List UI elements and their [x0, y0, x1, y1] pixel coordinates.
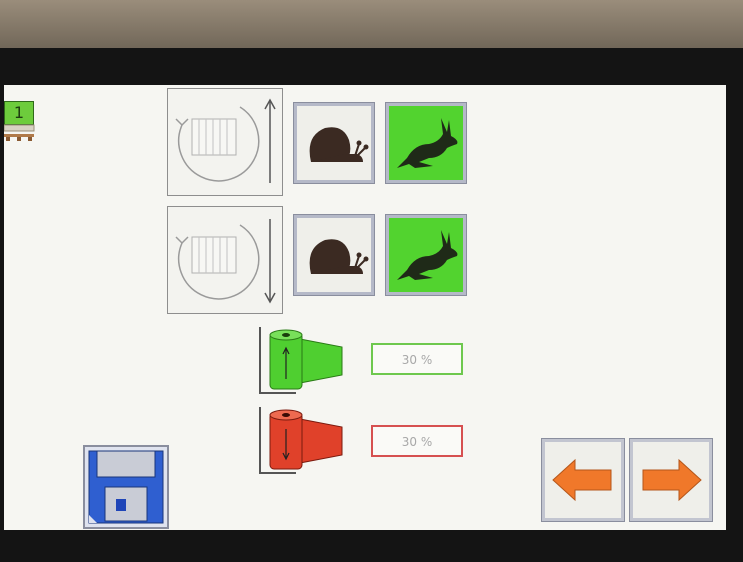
rotation-down-slow-button[interactable] [293, 214, 375, 296]
hmi-screen: 1 30 % 30 % [4, 85, 726, 530]
rotation-down-panel [167, 206, 283, 314]
film-roller-down[interactable] [256, 405, 346, 477]
page-number-badge: 1 [4, 101, 34, 125]
rotation-up-slow-button[interactable] [293, 102, 375, 184]
film-roller-up[interactable] [256, 325, 346, 397]
snail-icon [309, 239, 369, 274]
rotate-raise-icon [175, 98, 276, 183]
pallet-icon [4, 124, 35, 141]
film-tension-down-value[interactable]: 30 % [371, 425, 463, 457]
rotation-up-panel [167, 88, 283, 196]
hare-icon [397, 118, 458, 168]
film-tension-up-value[interactable]: 30 % [371, 343, 463, 375]
next-button[interactable] [629, 438, 713, 522]
rotation-up-fast-button[interactable] [385, 102, 467, 184]
snail-icon [309, 127, 369, 162]
hare-icon [397, 230, 458, 280]
film-roll-down-icon [259, 407, 343, 474]
rotate-lower-icon [175, 219, 276, 304]
save-button[interactable] [83, 445, 169, 529]
arrow-left-icon [552, 458, 612, 502]
back-button[interactable] [541, 438, 625, 522]
rotation-down-fast-button[interactable] [385, 214, 467, 296]
floppy-disk-icon [83, 445, 169, 529]
film-roll-up-icon [259, 327, 343, 394]
arrow-right-icon [642, 458, 702, 502]
background-wall [0, 0, 743, 52]
